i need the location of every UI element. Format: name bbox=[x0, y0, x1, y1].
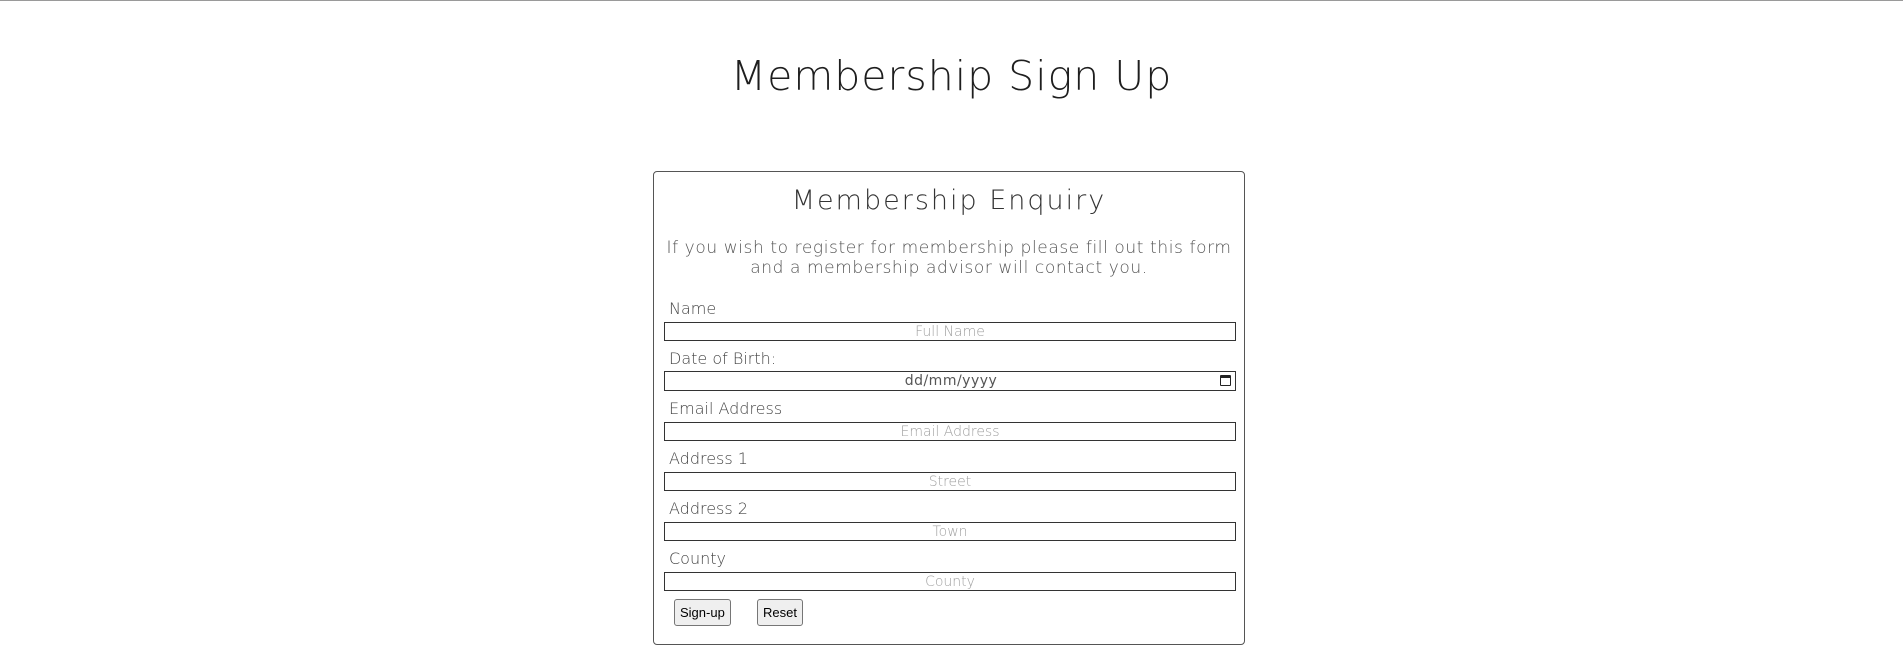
calendar-icon[interactable] bbox=[1220, 375, 1231, 386]
name-label: Name bbox=[669, 299, 717, 318]
address1-input[interactable] bbox=[664, 472, 1236, 491]
email-label: Email Address bbox=[669, 399, 783, 418]
page-title: Membership Sign Up bbox=[730, 52, 1173, 100]
form-title: Membership Enquiry bbox=[791, 185, 1107, 216]
membership-form: Membership Enquiry If you wish to regist… bbox=[653, 171, 1245, 645]
email-input[interactable] bbox=[664, 422, 1236, 441]
address2-label: Address 2 bbox=[669, 499, 748, 518]
address1-label: Address 1 bbox=[669, 449, 748, 468]
reset-button[interactable]: Reset bbox=[757, 599, 803, 626]
county-label: County bbox=[669, 549, 726, 568]
top-divider bbox=[0, 0, 1903, 1]
signup-button[interactable]: Sign-up bbox=[674, 599, 731, 626]
dob-format-text: dd/mm/yyyy bbox=[904, 373, 998, 389]
name-input[interactable] bbox=[664, 322, 1236, 341]
address2-input[interactable] bbox=[664, 522, 1236, 541]
form-intro: If you wish to register for membership p… bbox=[666, 238, 1232, 278]
dob-input[interactable]: dd/mm/yyyy bbox=[664, 371, 1236, 391]
county-input[interactable] bbox=[664, 572, 1236, 591]
dob-label: Date of Birth: bbox=[669, 349, 777, 368]
